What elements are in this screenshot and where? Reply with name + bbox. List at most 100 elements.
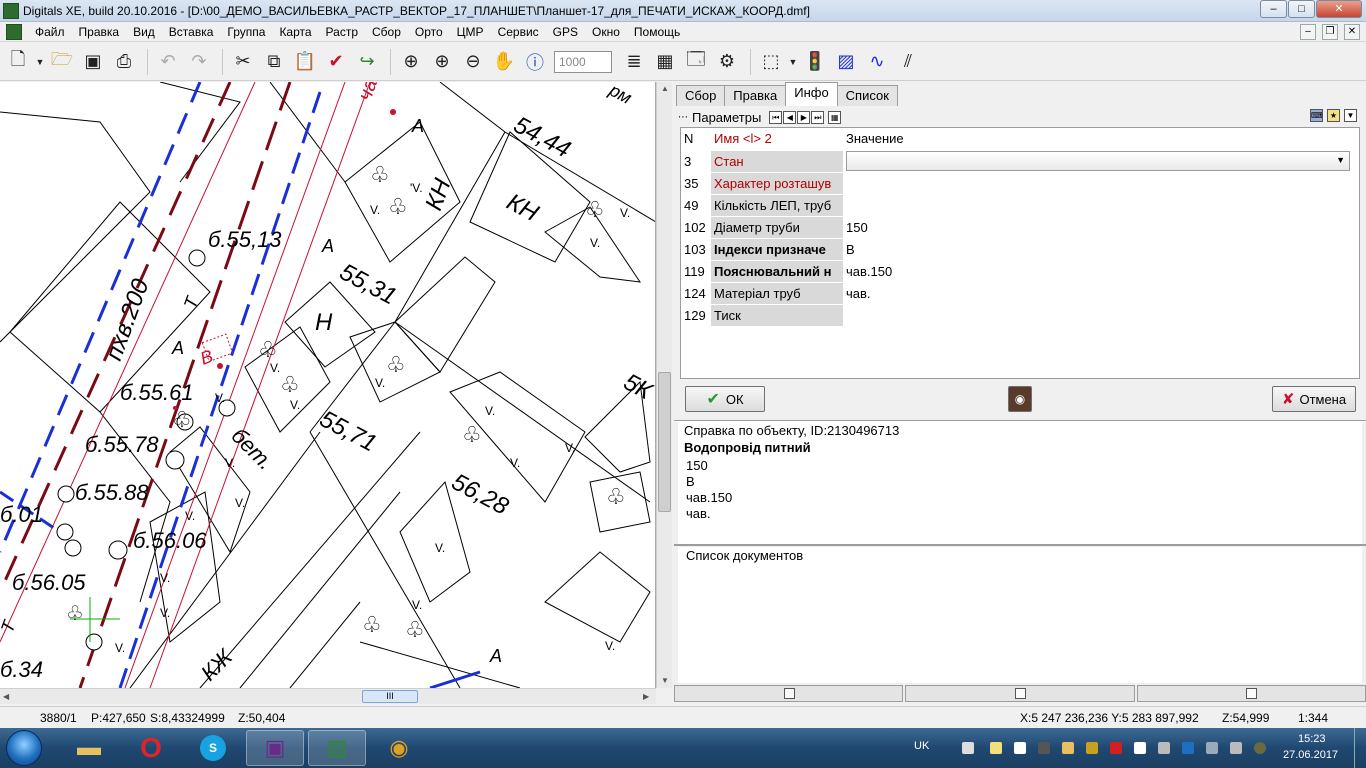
opera-taskbar-button[interactable]: O [122,730,180,766]
close-button[interactable]: ✕ [1316,0,1362,18]
menu-window[interactable]: Окно [585,22,627,42]
menu-collect[interactable]: Сбор [365,22,408,42]
row-value[interactable]: 150 [843,216,1359,239]
tray-network-icon[interactable] [1206,742,1218,754]
chevron-down-icon[interactable]: ▼ [1336,155,1345,165]
tray-notes-icon[interactable] [990,742,1002,754]
map-vertical-scrollbar[interactable]: ▲ ▼ [656,82,672,688]
check-icon[interactable]: ✔ [322,48,350,76]
mdi-minimize-button[interactable]: – [1300,24,1316,40]
scroll-left-icon[interactable]: ◀ [3,692,9,701]
digitals-taskbar-button[interactable]: ▧ [308,730,366,766]
table-row[interactable]: 102 Діаметр труби 150 [681,216,1359,239]
zoom-out-icon[interactable]: ⊖ [459,48,487,76]
row-value[interactable] [843,194,1359,217]
save-app-taskbar-button[interactable]: ▣ [246,730,304,766]
row-value[interactable]: чав.150 [843,260,1359,283]
show-desktop-button[interactable] [1354,728,1366,768]
scale-input[interactable] [554,50,612,73]
zoom-in-icon[interactable]: ⊕ [428,48,456,76]
star-folder-icon[interactable]: ★ [1327,109,1340,122]
first-record-icon[interactable]: ⏮ [769,110,783,124]
table-row[interactable]: 124 Матеріал труб чав. [681,282,1359,305]
menu-dem[interactable]: ЦМР [450,22,491,42]
menu-ortho[interactable]: Орто [408,22,450,42]
hatch-icon[interactable]: ⫽ [894,48,922,76]
new-dropdown-chevron-icon[interactable]: ▼ [35,48,45,76]
document-icon[interactable] [6,23,22,40]
table-row[interactable]: 35 Характер розташув [681,172,1359,195]
table-row[interactable]: 119 Пояснювальний н чав.150 [681,260,1359,283]
panel-splitter-bar[interactable] [674,685,1366,703]
tray-square-icon[interactable] [1134,742,1146,754]
keyboard-icon[interactable]: ⌨ [1310,109,1323,122]
select-dropdown-chevron-icon[interactable]: ▼ [788,48,798,76]
next-record-icon[interactable]: ▶ [797,110,811,124]
scroll-thumb[interactable]: III [362,690,418,703]
zoom-add-icon[interactable]: ⊕ [397,48,425,76]
raster-icon[interactable]: ▨ [832,48,860,76]
tray-app-icon[interactable] [962,742,974,754]
table-row[interactable]: 3 Стан ▼ [681,150,1359,173]
cancel-button[interactable]: ✘ Отмена [1272,386,1356,412]
save-icon[interactable]: ▣ [79,48,107,76]
tray-bluetooth-icon[interactable] [1182,742,1194,754]
table-row[interactable]: 129 Тиск [681,304,1359,327]
clock-date[interactable]: 27.06.2017 [1283,749,1338,761]
maximize-button[interactable]: □ [1288,0,1315,18]
table-icon[interactable]: ▦ [651,48,679,76]
tab-info[interactable]: Инфо [785,82,838,106]
curve-icon[interactable]: ∿ [863,48,891,76]
tray-volume-icon[interactable] [1230,742,1242,754]
menu-edit[interactable]: Правка [72,22,127,42]
menu-view[interactable]: Вид [126,22,162,42]
properties-icon[interactable]: 🗔 [682,48,710,76]
prev-record-icon[interactable]: ◀ [783,110,797,124]
mdi-restore-button[interactable]: ❐ [1322,24,1338,40]
grid-view-icon[interactable]: ▦ [828,110,842,124]
tray-clock-app-icon[interactable] [1254,742,1266,754]
redo-arrow-icon[interactable]: ↪ [353,48,381,76]
menu-gps[interactable]: GPS [546,22,585,42]
state-select[interactable]: ▼ [846,151,1350,171]
row-value[interactable] [843,304,1359,327]
table-row[interactable]: 49 Кількість ЛЕП, труб [681,194,1359,217]
scroll-right-icon[interactable]: ▶ [643,692,649,701]
col-name-header[interactable]: Имя <l> 2 [711,128,843,151]
splitter-handle[interactable] [1246,688,1258,699]
tab-list[interactable]: Список [836,85,898,106]
row-value[interactable]: чав. [843,282,1359,305]
scroll-thumb[interactable] [658,372,671,512]
scroll-up-icon[interactable]: ▲ [661,84,669,93]
scroll-down-icon[interactable]: ▼ [661,676,669,685]
tray-usb-icon[interactable] [1158,742,1170,754]
layers-icon[interactable]: ≣ [620,48,648,76]
copy-icon[interactable]: ⧉ [260,48,288,76]
media-taskbar-button[interactable]: ◉ [370,730,428,766]
menu-map[interactable]: Карта [272,22,318,42]
row-value[interactable]: В [843,238,1359,261]
menu-file[interactable]: Файл [28,22,72,42]
tray-flag-icon[interactable] [1014,742,1026,754]
table-row[interactable]: 103 Індекси призначе В [681,238,1359,261]
row-value[interactable] [843,172,1359,195]
menu-raster[interactable]: Растр [319,22,365,42]
redo-icon[interactable]: ↷ [185,48,213,76]
hand-pan-icon[interactable]: ✋ [490,48,518,76]
minimize-button[interactable]: – [1260,0,1287,18]
traffic-light-icon[interactable]: 🚦 [801,48,829,76]
last-record-icon[interactable]: ⏭ [811,110,825,124]
dropdown-chevron-icon[interactable]: ▼ [1344,109,1357,122]
explorer-taskbar-button[interactable]: ▬ [60,730,118,766]
map-horizontal-scrollbar[interactable]: ◀ III ▶ [0,688,656,704]
menu-help[interactable]: Помощь [627,22,687,42]
menu-group[interactable]: Группа [220,22,272,42]
collapse-icon[interactable]: ⋯ [678,112,688,123]
new-document-icon[interactable]: 🗋 [4,48,32,76]
tray-display-icon[interactable] [1038,742,1050,754]
settings-icon[interactable]: ⚙ [713,48,741,76]
print-icon[interactable]: ⎙ [110,48,138,76]
clock-time[interactable]: 15:23 [1298,733,1326,745]
skype-taskbar-button[interactable]: S [184,730,242,766]
language-indicator[interactable]: UK [914,740,929,752]
